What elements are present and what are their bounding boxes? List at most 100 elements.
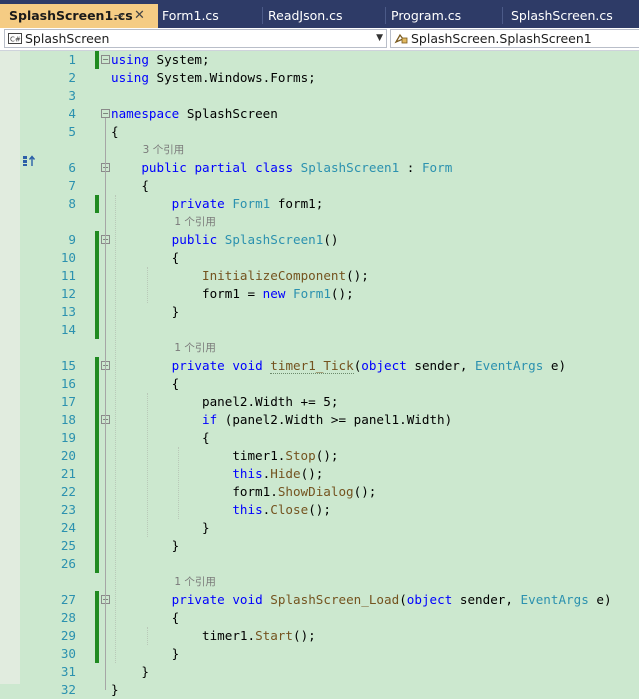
project-dropdown[interactable]: C# SplashScreen ▼ (4, 29, 387, 48)
csharp-project-icon: C# (8, 33, 22, 44)
code-token: System.Windows.Forms; (148, 70, 316, 85)
code-lens-references[interactable]: 1 个引用 (174, 213, 216, 231)
line-number: 9 (68, 232, 76, 247)
code-text: timer1.Start(); (111, 627, 316, 645)
change-marker (95, 645, 99, 663)
code-line[interactable]: 11 InitializeComponent(); (0, 267, 639, 285)
code-line[interactable]: 5{ (0, 123, 639, 141)
collapse-icon[interactable]: − (101, 55, 110, 64)
tab-splashscreen1-cs[interactable]: SplashScreen1.cs ⊸ ✕ (0, 4, 158, 28)
code-lens-references[interactable]: 3 个引用 (143, 141, 185, 159)
line-number: 1 (68, 52, 76, 67)
code-text: if (panel2.Width >= panel1.Width) (111, 411, 452, 429)
code-line[interactable]: 13 } (0, 303, 639, 321)
close-icon[interactable]: ✕ (134, 4, 145, 28)
code-token: (); (292, 628, 316, 643)
code-line[interactable]: 21 this.Hide(); (0, 465, 639, 483)
code-line[interactable]: 20 timer1.Stop(); (0, 447, 639, 465)
code-editor[interactable]: 1− using System; 2 using System.Windows.For… (0, 51, 639, 697)
code-lens-references[interactable]: 1 个引用 (174, 339, 216, 357)
code-line[interactable]: 6− public partial class SplashScreen1 : … (0, 159, 639, 177)
code-token: (); (308, 502, 331, 517)
change-marker (95, 357, 99, 375)
indent-guide (146, 627, 148, 645)
code-token: System; (148, 52, 210, 67)
code-token: sender, (452, 592, 521, 607)
code-line[interactable]: 15− private void timer1_Tick(object send… (0, 357, 639, 375)
code-token: { (111, 178, 149, 193)
type-name: SplashScreen.SplashScreen1 (411, 31, 592, 46)
code-token: SplashScreen (179, 106, 278, 121)
code-token: } (111, 304, 180, 319)
code-text: timer1.Stop(); (111, 447, 338, 465)
keyword-token: namespace (111, 106, 180, 121)
code-text: private Form1 form1; (111, 195, 324, 213)
method-token: SplashScreen_Load (270, 592, 400, 607)
code-token: () (323, 232, 339, 247)
keyword-token: public (171, 232, 218, 247)
change-marker (95, 231, 99, 249)
keyword-token: using (111, 52, 149, 67)
line-number: 26 (60, 556, 76, 571)
code-line[interactable]: 10 { (0, 249, 639, 267)
code-token: } (111, 646, 180, 661)
method-token: Hide (270, 466, 301, 481)
collapse-icon[interactable]: − (101, 109, 110, 118)
code-line[interactable]: 23 this.Close(); (0, 501, 639, 519)
code-line[interactable]: 27− private void SplashScreen_Load(objec… (0, 591, 639, 609)
code-text: panel2.Width += 5; (111, 393, 338, 411)
code-line[interactable]: 26 (0, 555, 639, 573)
change-marker (95, 555, 99, 573)
code-token: { (111, 124, 119, 139)
code-line[interactable]: 25 } (0, 537, 639, 555)
code-lens-references[interactable]: 1 个引用 (174, 573, 216, 591)
code-line[interactable]: 22 form1.ShowDialog(); (0, 483, 639, 501)
pin-icon[interactable]: ⊸ (114, 4, 123, 28)
change-marker (95, 429, 99, 447)
code-line[interactable]: 16 { (0, 375, 639, 393)
keyword-token: public (141, 160, 187, 175)
tab-form1-cs[interactable]: Form1.cs (153, 5, 261, 26)
document-tab-bar: SplashScreen1.cs ⊸ ✕ Form1.cs ReadJson.c… (0, 0, 639, 28)
code-line[interactable]: 12 form1 = new Form1(); (0, 285, 639, 303)
code-line[interactable]: 3 (0, 87, 639, 105)
change-marker (95, 51, 99, 69)
code-line[interactable]: 2 using System.Windows.Forms; (0, 69, 639, 87)
code-line[interactable]: 8 private Form1 form1; (0, 195, 639, 213)
code-token: (); (330, 286, 354, 301)
code-token: { (111, 430, 210, 445)
code-line[interactable]: 24 } (0, 519, 639, 537)
code-text: { (111, 249, 180, 267)
tab-program-cs[interactable]: Program.cs (382, 5, 501, 26)
code-line[interactable]: 14 (0, 321, 639, 339)
line-number: 3 (68, 88, 76, 103)
tab-splashscreen-cs[interactable]: SplashScreen.cs (502, 5, 639, 26)
code-line[interactable]: 17 panel2.Width += 5; (0, 393, 639, 411)
code-line[interactable]: 1 − using System; (0, 51, 639, 69)
method-token: timer1_Tick (270, 358, 354, 374)
keyword-token: class (255, 160, 294, 175)
code-line[interactable]: 7 { (0, 177, 639, 195)
code-line[interactable]: 9− public SplashScreen1() (0, 231, 639, 249)
change-marker (95, 537, 99, 555)
code-line[interactable]: 28 { (0, 609, 639, 627)
code-line[interactable]: 18− if (panel2.Width >= panel1.Width) (0, 411, 639, 429)
code-line[interactable]: 31 } (0, 663, 639, 681)
code-line[interactable]: 19 { (0, 429, 639, 447)
line-number: 5 (68, 124, 76, 139)
code-line[interactable]: 4 − namespace SplashScreen (0, 105, 639, 123)
type-dropdown[interactable]: SplashScreen.SplashScreen1 (390, 29, 639, 48)
type-token: SplashScreen1 (300, 160, 400, 175)
code-text: } (111, 645, 180, 663)
code-text: { (111, 429, 210, 447)
tab-readjson-cs[interactable]: ReadJson.cs (259, 5, 384, 26)
code-text: this.Close(); (111, 501, 331, 519)
code-line[interactable]: 29 timer1.Start(); (0, 627, 639, 645)
code-line[interactable]: 30 } (0, 645, 639, 663)
